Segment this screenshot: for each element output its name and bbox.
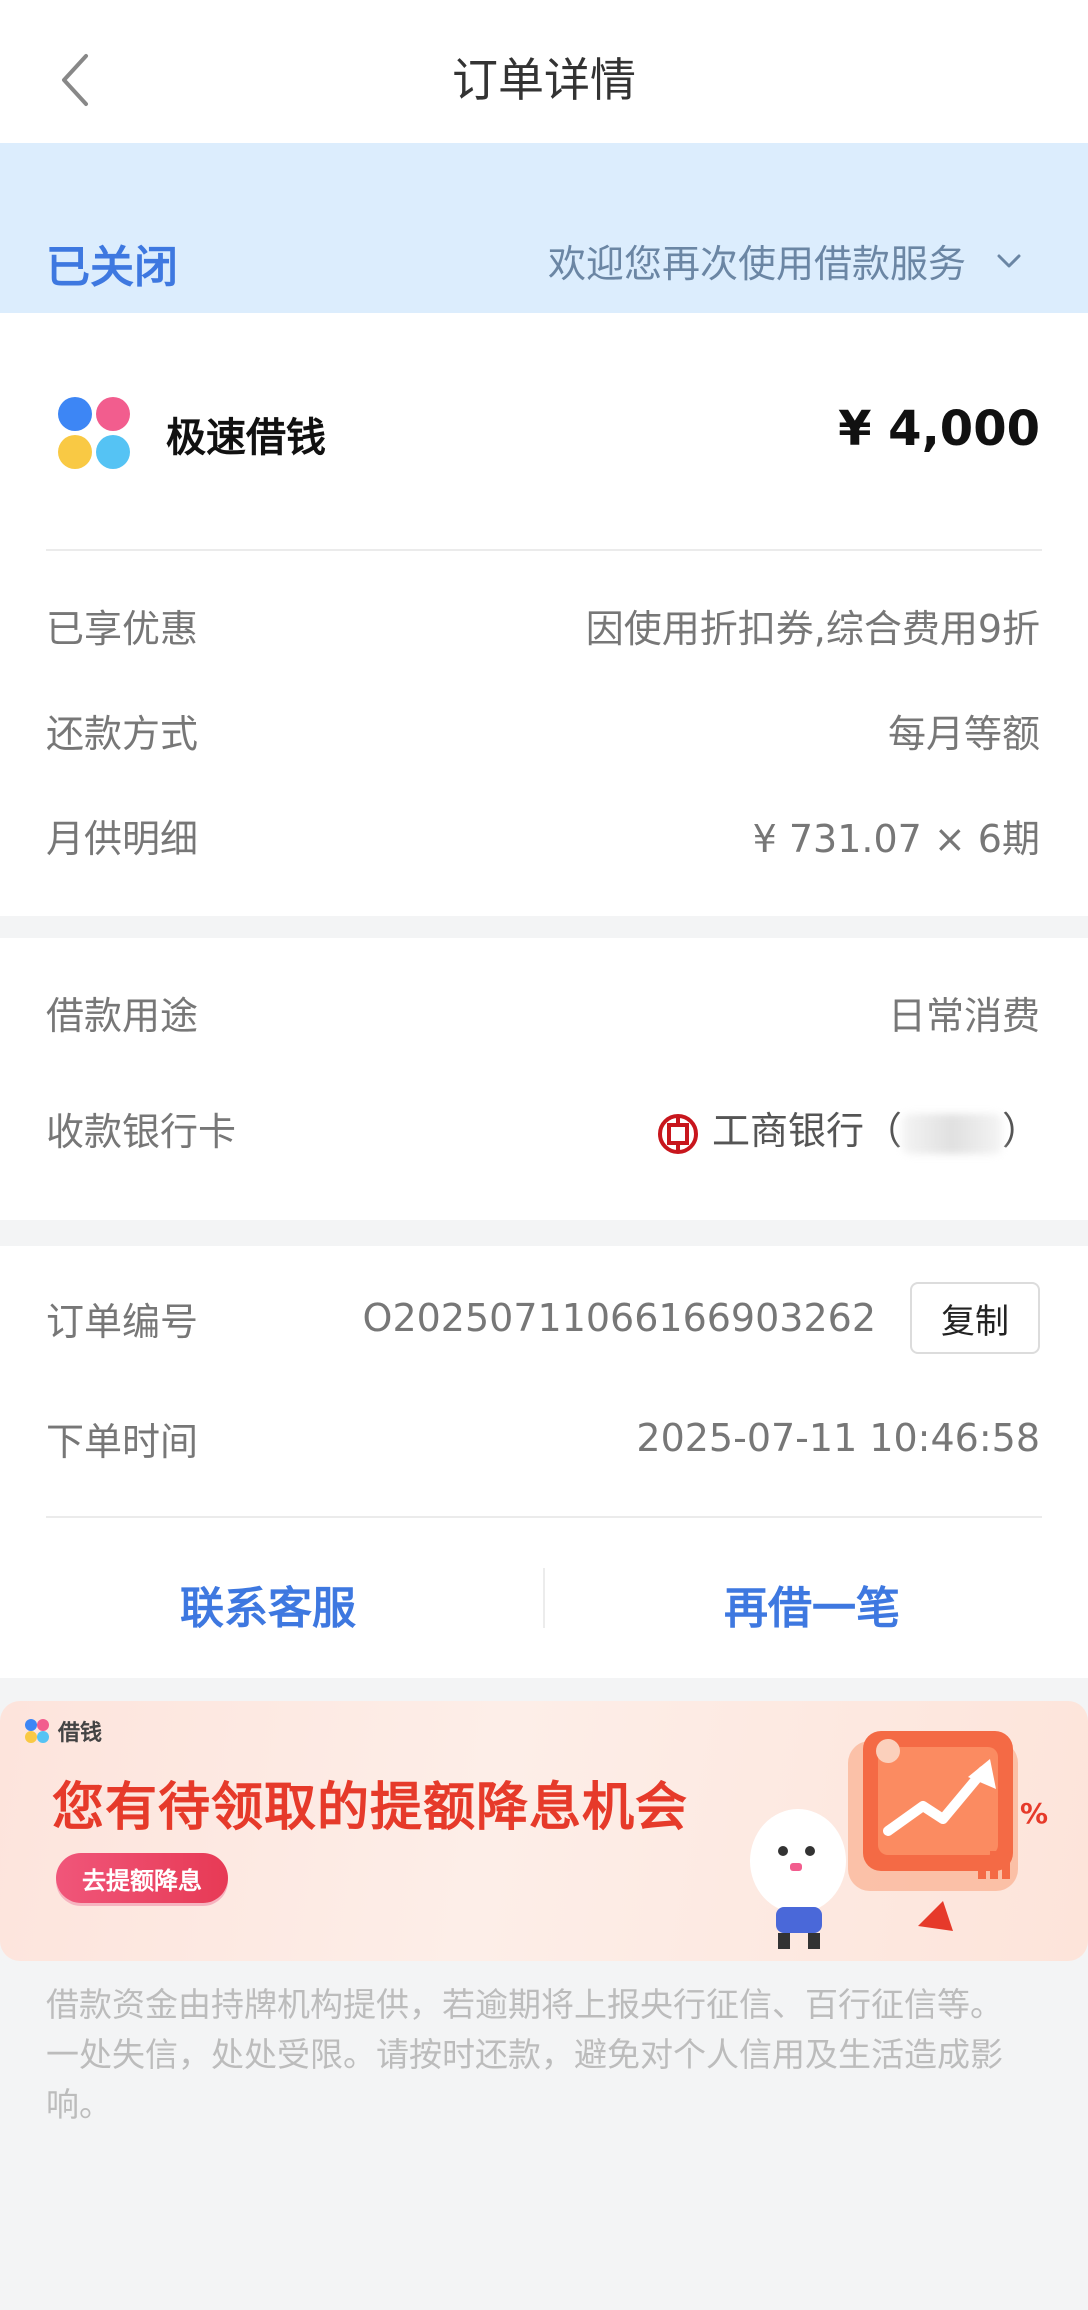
purpose-value: 日常消费 [887,993,1040,1038]
detail-value: 因使用折扣券,综合费用9折 [585,606,1040,651]
action-divider [543,1568,545,1628]
bank-card-row: 收款银行卡 工商银行（ ） [46,1098,1040,1158]
nav-bar: 订单详情 [0,0,1088,143]
divider [46,549,1042,551]
bank-card-key: 收款银行卡 [46,1109,237,1154]
loan-amount: ¥ 4,000 [838,401,1040,457]
action-bar: 联系客服 再借一笔 [0,1530,1088,1650]
borrow-again-button[interactable]: 再借一笔 [724,1572,900,1636]
order-number-group: O2025071106616690326​2 复制 [363,1282,1040,1354]
purpose-key: 借款用途 [46,993,199,1038]
status-message-text: 欢迎您再次使用借款服务 [547,242,966,286]
bank-name: 工商银行（ [711,1109,902,1154]
copy-button[interactable]: 复制 [910,1282,1040,1354]
status-message[interactable]: 欢迎您再次使用借款服务 [548,233,1022,288]
raise-limit-button[interactable]: 去提额降息 [56,1853,228,1903]
status-banner[interactable]: 已关闭 欢迎您再次使用借款服务 [0,143,1088,313]
chevron-down-icon [997,254,1021,267]
loan-summary-card: 极速借钱 ¥ 4,000 已享优惠 因使用折扣券,综合费用9折 还款方式 每月等… [0,313,1088,916]
banner-brand-text: 借钱 [58,1721,103,1746]
disclaimer-text: 借款资金由持牌机构提供，若逾期将上报央行征信、百行征信等。一处失信，处处受限。请… [46,1985,1003,2124]
growth-chart-illustration: % [750,1731,1048,1949]
product-logo-icon [58,397,130,469]
purpose-row: 借款用途 日常消费 [46,982,1040,1042]
bank-suffix: ） [1001,1109,1040,1154]
icbc-bank-icon [657,1113,698,1154]
detail-row-repayment-method: 还款方式 每月等额 [46,700,1040,760]
brand-logo-icon [25,1719,49,1743]
detail-key: 已享优惠 [46,606,199,651]
order-time-row: 下单时间 2025-07-11 10:46:58 [46,1408,1040,1468]
masked-card-number [901,1113,1002,1154]
svg-text:%: % [1020,1797,1048,1830]
detail-row-discount: 已享优惠 因使用折扣券,综合费用9折 [46,595,1040,655]
order-time-key: 下单时间 [46,1419,199,1464]
bank-card-value: 工商银行（ ） [656,1100,1040,1156]
order-info-card: 订单编号 O2025071106616690326​2 复制 下单时间 2025… [0,1246,1088,1678]
order-time-value: 2025-07-11 10:46:58 [636,1416,1040,1460]
order-number-key: 订单编号 [46,1299,199,1344]
status-label: 已关闭 [46,242,178,293]
product-name: 极速借钱 [166,415,326,461]
detail-value: 每月等额 [887,711,1040,756]
page-title: 订单详情 [452,53,636,107]
contact-service-button[interactable]: 联系客服 [180,1572,356,1636]
detail-value: ¥ 731.07 × 6期 [752,816,1040,861]
detail-row-monthly: 月供明细 ¥ 731.07 × 6期 [46,805,1040,865]
promo-banner[interactable]: 借钱 您有待领取的提额降息机会 去提额降息 % [0,1701,1088,1961]
divider [46,1516,1042,1518]
banner-brand: 借钱 [24,1715,102,1747]
banner-title: 您有待领取的提额降息机会 [52,1778,689,1838]
detail-key: 还款方式 [46,711,199,756]
detail-key: 月供明细 [46,816,199,861]
loan-target-card: 借款用途 日常消费 收款银行卡 工商银行（ ） [0,938,1088,1220]
order-number-value: O2025071106616690326​2 [362,1296,876,1340]
order-number-row: 订单编号 O2025071106616690326​2 复制 [46,1280,1040,1356]
